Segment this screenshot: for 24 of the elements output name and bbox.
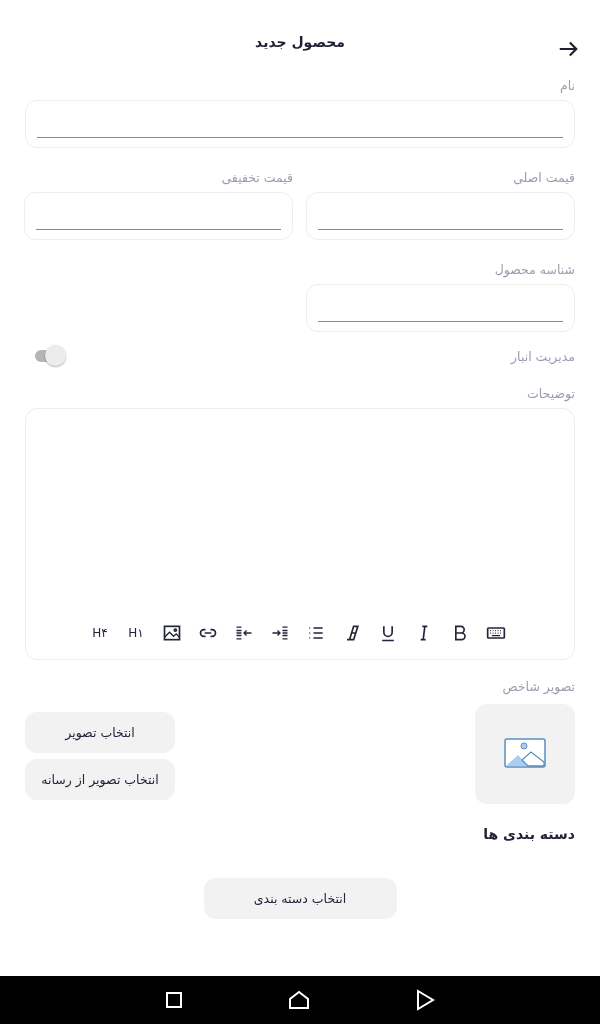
field-label: نام — [558, 76, 575, 95]
input-field[interactable] — [25, 100, 575, 148]
input-field[interactable] — [24, 192, 293, 240]
heading-button[interactable]: H۱ — [118, 621, 154, 645]
toggle-switch[interactable] — [33, 344, 67, 368]
section-title: دسته بندی ها — [482, 826, 575, 842]
select-image-button[interactable]: انتخاب تصویر از رسانه — [25, 759, 175, 800]
back-icon[interactable] — [415, 989, 435, 1011]
image-icon — [504, 738, 546, 770]
heading-button[interactable]: H۴ — [82, 621, 118, 645]
select-image-button[interactable]: انتخاب تصویر — [25, 712, 175, 753]
toggle-label: مدیریت انبار — [511, 347, 575, 366]
field-label: شناسه محصول — [493, 260, 575, 280]
field-label: توضیحات — [526, 384, 575, 404]
input-field[interactable] — [306, 284, 575, 332]
text-editor[interactable]: H۱ H۴ — [25, 408, 575, 660]
page-title: محصول جدید — [255, 34, 345, 50]
select-category-button[interactable]: انتخاب دسته بندی — [203, 878, 397, 919]
field-label: تصویر شاخص — [501, 677, 575, 697]
recents-icon[interactable] — [165, 991, 183, 1009]
field-label: قیمت اصلی — [512, 168, 575, 187]
home-icon[interactable] — [288, 990, 310, 1010]
field-label: قیمت تخفیفی — [220, 168, 293, 187]
input-field[interactable] — [306, 192, 575, 240]
